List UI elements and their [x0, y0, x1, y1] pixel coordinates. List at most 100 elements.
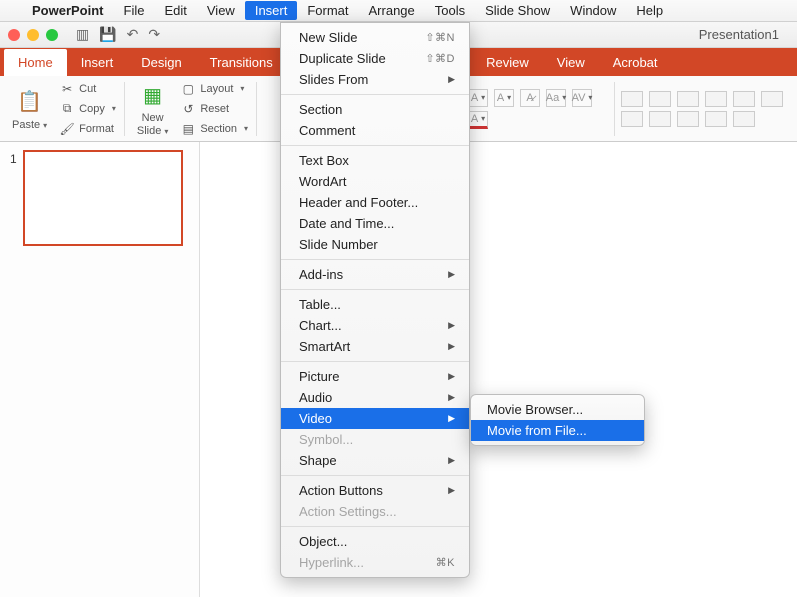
menubar-item-help[interactable]: Help: [626, 1, 673, 20]
menu-item-header-and-footer[interactable]: Header and Footer...: [281, 192, 469, 213]
paragraph-group: [621, 91, 791, 127]
section-button[interactable]: ▤Section: [178, 120, 250, 138]
menu-item-symbol: Symbol...: [281, 429, 469, 450]
menu-item-label: Audio: [299, 390, 332, 405]
paste-button[interactable]: Paste: [12, 119, 47, 131]
menu-item-object[interactable]: Object...: [281, 531, 469, 552]
menubar-item-edit[interactable]: Edit: [154, 1, 196, 20]
reset-icon: ↺: [180, 101, 196, 117]
menu-item-label: Action Settings...: [299, 504, 397, 519]
menubar-item-insert[interactable]: Insert: [245, 1, 298, 20]
menu-item-date-and-time[interactable]: Date and Time...: [281, 213, 469, 234]
menu-item-slide-number[interactable]: Slide Number: [281, 234, 469, 255]
minimize-icon[interactable]: [27, 29, 39, 41]
font-color[interactable]: A: [468, 111, 488, 129]
font-size-decrease[interactable]: A: [494, 89, 514, 107]
menu-item-shape[interactable]: Shape: [281, 450, 469, 471]
clear-format[interactable]: A̷: [520, 89, 540, 107]
video-submenu: Movie Browser...Movie from File...: [470, 394, 645, 446]
justify-button[interactable]: [677, 111, 699, 127]
menubar-item-slide-show[interactable]: Slide Show: [475, 1, 560, 20]
menu-item-label: Hyperlink...: [299, 555, 364, 570]
close-icon[interactable]: [8, 29, 20, 41]
menu-item-label: Object...: [299, 534, 347, 549]
new-slide-group: ▦ New Slide: [131, 78, 174, 138]
cut-button[interactable]: ✂Cut: [57, 80, 118, 98]
slide-thumbnail[interactable]: [23, 150, 183, 246]
menu-separator: [281, 526, 469, 527]
menu-item-label: Text Box: [299, 153, 349, 168]
format-painter-button[interactable]: 🖌Format: [57, 120, 118, 138]
ribbon-tab-insert[interactable]: Insert: [67, 49, 128, 76]
new-slide-icon[interactable]: ▦: [138, 80, 168, 110]
qat-redo-icon[interactable]: ↷: [148, 26, 160, 43]
ribbon-tab-design[interactable]: Design: [127, 49, 195, 76]
menubar-item-view[interactable]: View: [197, 1, 245, 20]
menu-item-label: WordArt: [299, 174, 346, 189]
reset-button[interactable]: ↺Reset: [178, 100, 250, 118]
menu-item-comment[interactable]: Comment: [281, 120, 469, 141]
slide-number: 1: [10, 150, 17, 246]
menu-item-label: Chart...: [299, 318, 342, 333]
indent-inc-button[interactable]: [705, 91, 727, 107]
menu-item-audio[interactable]: Audio: [281, 387, 469, 408]
char-spacing[interactable]: AV: [572, 89, 592, 107]
columns-button[interactable]: [705, 111, 727, 127]
menu-shortcut: ⌘K: [436, 556, 455, 569]
menu-item-picture[interactable]: Picture: [281, 366, 469, 387]
align-right-button[interactable]: [649, 111, 671, 127]
numbering-button[interactable]: [649, 91, 671, 107]
menu-item-smartart[interactable]: SmartArt: [281, 336, 469, 357]
font-size-increase[interactable]: A: [468, 89, 488, 107]
copy-button[interactable]: ⧉Copy: [57, 100, 118, 118]
paste-icon[interactable]: 📋: [15, 87, 45, 117]
ribbon-tab-review[interactable]: Review: [472, 49, 543, 76]
bullets-button[interactable]: [621, 91, 643, 107]
zoom-icon[interactable]: [46, 29, 58, 41]
menubar-item-tools[interactable]: Tools: [425, 1, 475, 20]
indent-dec-button[interactable]: [677, 91, 699, 107]
new-slide-button[interactable]: New Slide: [137, 112, 168, 136]
ribbon-tab-transitions[interactable]: Transitions: [196, 49, 287, 76]
text-direction-button[interactable]: [733, 111, 755, 127]
line-spacing-button[interactable]: [733, 91, 755, 107]
layout-button[interactable]: ▢Layout: [178, 80, 250, 98]
submenu-item-movie-browser[interactable]: Movie Browser...: [471, 399, 644, 420]
menu-item-slides-from[interactable]: Slides From: [281, 69, 469, 90]
menu-item-chart[interactable]: Chart...: [281, 315, 469, 336]
qat-save-icon[interactable]: 💾: [99, 26, 116, 43]
change-case[interactable]: Aa: [546, 89, 566, 107]
menu-item-label: Slide Number: [299, 237, 378, 252]
slide-thumb-row[interactable]: 1: [10, 150, 189, 246]
app-name[interactable]: PowerPoint: [24, 3, 112, 18]
menu-item-table[interactable]: Table...: [281, 294, 469, 315]
menubar-item-format[interactable]: Format: [297, 1, 358, 20]
document-title: Presentation1: [699, 27, 779, 42]
scissors-icon: ✂: [59, 81, 75, 97]
menu-item-video[interactable]: Video: [281, 408, 469, 429]
menubar-item-window[interactable]: Window: [560, 1, 626, 20]
qat-undo-icon[interactable]: ↶: [127, 26, 139, 43]
ribbon-tab-view[interactable]: View: [543, 49, 599, 76]
menu-item-label: Shape: [299, 453, 337, 468]
menu-item-text-box[interactable]: Text Box: [281, 150, 469, 171]
menu-item-add-ins[interactable]: Add-ins: [281, 264, 469, 285]
menu-item-label: Duplicate Slide: [299, 51, 386, 66]
menu-item-new-slide[interactable]: New Slide⇧⌘N: [281, 27, 469, 48]
ribbon-tab-acrobat[interactable]: Acrobat: [599, 49, 672, 76]
ribbon-tab-home[interactable]: Home: [4, 49, 67, 76]
slide-panel[interactable]: 1: [0, 142, 200, 597]
menubar-item-arrange[interactable]: Arrange: [359, 1, 425, 20]
menu-shortcut: ⇧⌘D: [425, 52, 455, 65]
menubar-item-file[interactable]: File: [114, 1, 155, 20]
menu-item-section[interactable]: Section: [281, 99, 469, 120]
menu-separator: [281, 94, 469, 95]
menu-item-label: Picture: [299, 369, 339, 384]
qat-thumbnail-icon[interactable]: ▥: [76, 26, 89, 43]
align-left-button[interactable]: [761, 91, 783, 107]
menu-item-duplicate-slide[interactable]: Duplicate Slide ⇧⌘D: [281, 48, 469, 69]
menu-item-action-buttons[interactable]: Action Buttons: [281, 480, 469, 501]
submenu-item-movie-from-file[interactable]: Movie from File...: [471, 420, 644, 441]
align-center-button[interactable]: [621, 111, 643, 127]
menu-item-wordart[interactable]: WordArt: [281, 171, 469, 192]
